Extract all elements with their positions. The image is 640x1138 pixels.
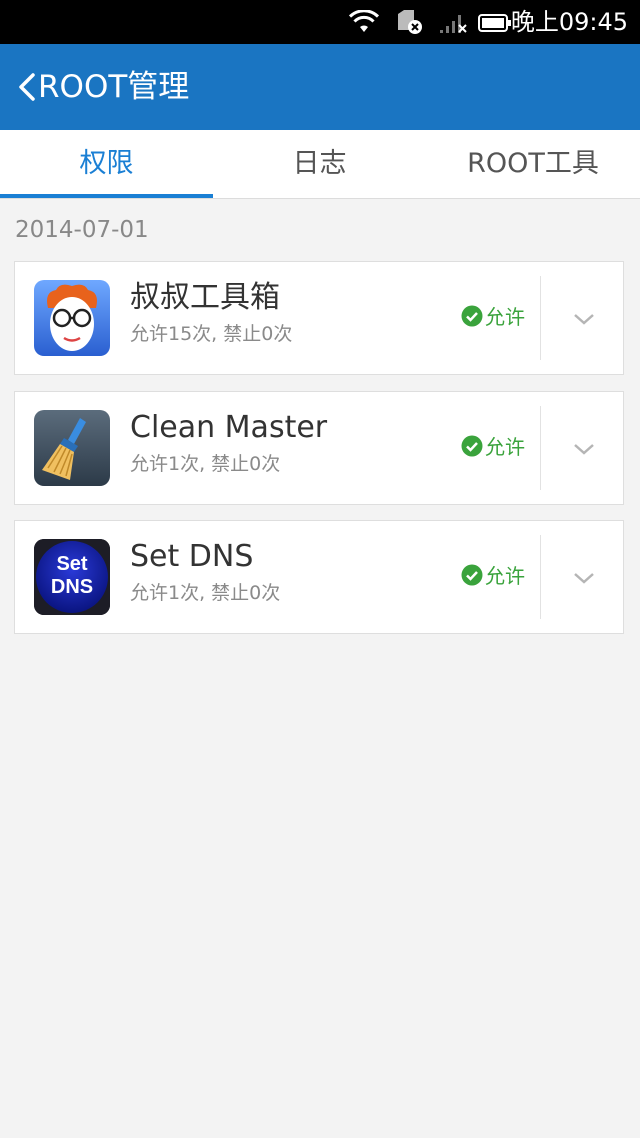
icon-text: DNS: [51, 576, 93, 598]
status-bar: 晚上09:45: [0, 0, 640, 44]
check-circle-icon: [461, 305, 483, 327]
app-permission-card[interactable]: Clean Master 允许1次, 禁止0次 允许: [14, 391, 624, 505]
clock: 晚上09:45: [510, 8, 628, 36]
divider: [540, 535, 541, 619]
signal-icon: [440, 15, 467, 33]
status-label: 允许: [485, 435, 525, 459]
check-circle-icon: [461, 435, 483, 457]
uncle-toolbox-icon: [34, 280, 110, 356]
active-tab-indicator: [0, 194, 213, 198]
set-dns-icon: Set DNS: [34, 539, 110, 615]
divider: [540, 406, 541, 490]
app-name: Clean Master: [130, 410, 328, 445]
chevron-down-icon[interactable]: [573, 571, 595, 585]
sim-blocked-icon: [398, 10, 422, 34]
tab-permissions[interactable]: 权限: [0, 130, 213, 198]
status-label: 允许: [485, 305, 525, 329]
clean-master-broom-icon: [34, 410, 110, 486]
app-stats: 允许1次, 禁止0次: [130, 453, 281, 475]
back-arrow-icon[interactable]: [16, 72, 38, 102]
tab-root-tools[interactable]: ROOT工具: [426, 130, 640, 198]
icon-text: Set: [56, 553, 87, 575]
tab-bar: 权限 日志 ROOT工具: [0, 130, 640, 199]
battery-icon: [478, 14, 511, 32]
chevron-down-icon[interactable]: [573, 442, 595, 456]
app-permission-card[interactable]: 叔叔工具箱 允许15次, 禁止0次 允许: [14, 261, 624, 375]
wifi-icon: [348, 10, 380, 32]
app-bar: ROOT管理: [0, 44, 640, 130]
app-stats: 允许1次, 禁止0次: [130, 582, 281, 604]
date-header: 2014-07-01: [15, 217, 149, 243]
tab-logs[interactable]: 日志: [213, 130, 426, 198]
app-stats: 允许15次, 禁止0次: [130, 323, 293, 345]
app-permission-card[interactable]: Set DNS Set DNS 允许1次, 禁止0次 允许: [14, 520, 624, 634]
check-circle-icon: [461, 564, 483, 586]
divider: [540, 276, 541, 360]
app-name: Set DNS: [130, 539, 254, 574]
chevron-down-icon[interactable]: [573, 312, 595, 326]
page-title: ROOT管理: [38, 69, 190, 105]
app-name: 叔叔工具箱: [130, 280, 280, 315]
status-label: 允许: [485, 564, 525, 588]
